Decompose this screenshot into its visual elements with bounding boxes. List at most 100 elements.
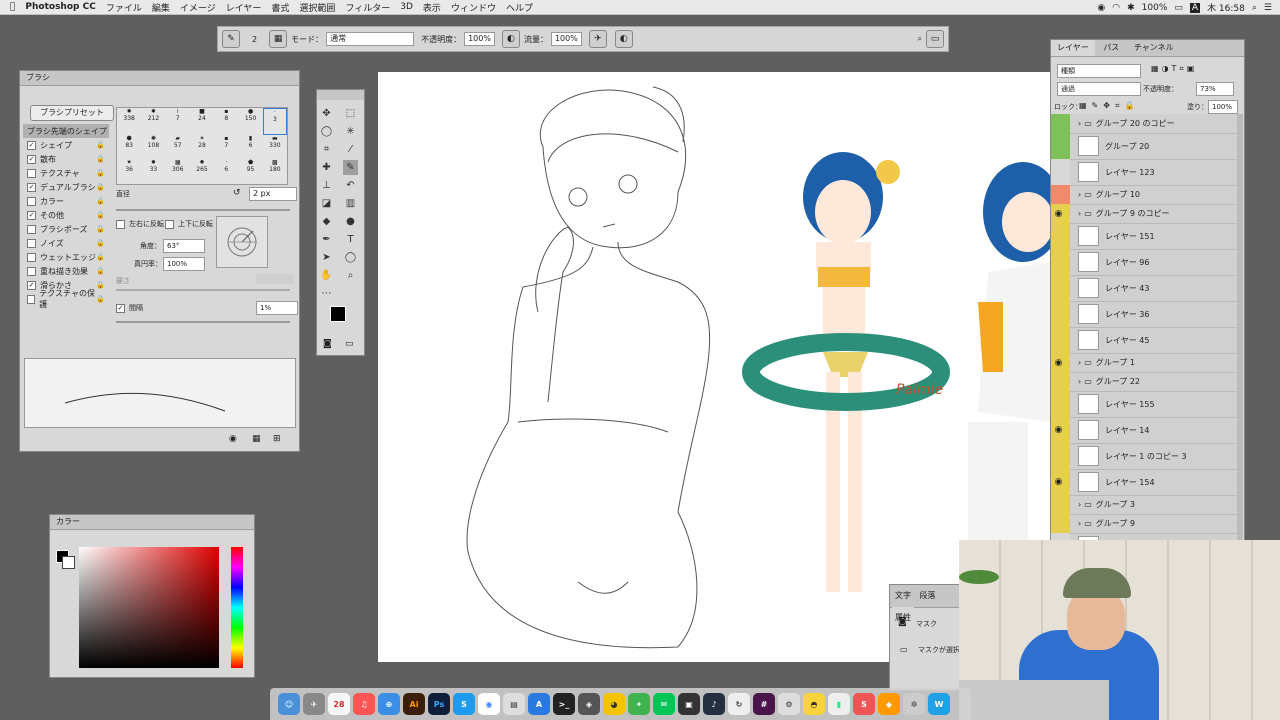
layer-group-row[interactable]: ◉ › ▭ グループ 1 bbox=[1051, 353, 1241, 373]
lock-icon[interactable]: 🔒 bbox=[96, 225, 105, 233]
lock-icon[interactable]: 🔒 bbox=[96, 281, 105, 289]
appstore-icon[interactable]: A bbox=[528, 693, 550, 715]
menu-3d[interactable]: 3D bbox=[400, 2, 413, 12]
reset-icon[interactable]: ↺ bbox=[233, 188, 241, 198]
layer-filter-select[interactable]: 種類 bbox=[1057, 64, 1141, 78]
filter-icons[interactable]: ▦◑T⌗▣ bbox=[1151, 64, 1198, 74]
more-tools-icon[interactable]: ⋯ bbox=[319, 286, 334, 301]
layer-thumbnail[interactable] bbox=[1078, 226, 1099, 246]
clock-text[interactable]: 木 16:58 bbox=[1207, 1, 1245, 14]
checkbox[interactable] bbox=[27, 224, 36, 234]
menu-layer[interactable]: レイヤー bbox=[226, 1, 262, 14]
diameter-slider[interactable] bbox=[116, 209, 290, 211]
chevron-right-icon[interactable]: › bbox=[1078, 209, 1081, 218]
lock-icon[interactable]: 🔒 bbox=[96, 141, 105, 149]
amazon-music-icon[interactable]: ♪ bbox=[703, 693, 725, 715]
brush-tip[interactable]: ✷ 36 bbox=[117, 159, 141, 184]
chevron-right-icon[interactable]: › bbox=[1078, 500, 1081, 509]
lock-icon[interactable]: 🔒 bbox=[96, 295, 105, 303]
checkbox[interactable] bbox=[27, 294, 36, 304]
blur-tool-icon[interactable]: ◆ bbox=[319, 214, 334, 229]
lock-icon[interactable]: 🔒 bbox=[96, 197, 105, 205]
dodge-tool-icon[interactable]: ● bbox=[343, 214, 358, 229]
layer-row[interactable]: レイヤー 36 bbox=[1051, 301, 1241, 328]
airbrush-icon[interactable]: ✈ bbox=[588, 30, 607, 48]
lock-icon[interactable]: 🔒 bbox=[96, 183, 105, 191]
finder-icon[interactable]: ☺ bbox=[278, 693, 300, 715]
layer-group-row[interactable]: ◉ › ▭ グループ 9 のコピー bbox=[1051, 204, 1241, 224]
chevron-right-icon[interactable]: › bbox=[1078, 190, 1081, 199]
brush-tip[interactable]: ✸ 212 bbox=[141, 108, 165, 135]
layer-row[interactable]: ◉ レイヤー 14 bbox=[1051, 417, 1241, 444]
brush-tip[interactable]: ✸ 338 bbox=[117, 108, 141, 135]
calendar-icon[interactable]: 28 bbox=[328, 693, 350, 715]
eyedropper-icon[interactable]: ⁄ bbox=[343, 142, 358, 157]
tab-layers[interactable]: レイヤー bbox=[1051, 40, 1095, 56]
mode-select[interactable]: 通常 bbox=[326, 32, 415, 46]
lock-icons[interactable]: ▦✎✥⌗🔒 bbox=[1079, 101, 1139, 111]
lock-icon[interactable]: 🔒 bbox=[96, 267, 105, 275]
angle-field[interactable]: 63° bbox=[163, 239, 205, 253]
search-icon[interactable]: ⌕ bbox=[1252, 3, 1257, 13]
music-icon[interactable]: ♫ bbox=[353, 693, 375, 715]
opacity-field[interactable]: 100% bbox=[464, 32, 495, 46]
checkbox-checked[interactable]: ✓ bbox=[27, 140, 36, 150]
battery-text[interactable]: 100% bbox=[1142, 3, 1168, 13]
healing-brush-icon[interactable]: ✚ bbox=[319, 160, 334, 175]
brush-tip-selected[interactable]: · 3 bbox=[262, 108, 287, 135]
preview-icon[interactable]: ▤ bbox=[503, 693, 525, 715]
path-select-icon[interactable]: ➤ bbox=[319, 250, 334, 265]
utility-icon[interactable]: ◈ bbox=[578, 693, 600, 715]
tab-paragraph[interactable]: 段落 bbox=[917, 585, 939, 607]
layer-thumbnail[interactable] bbox=[1078, 304, 1099, 324]
apple-icon[interactable]:  bbox=[10, 2, 15, 12]
checkbox[interactable] bbox=[27, 168, 36, 178]
layer-thumbnail[interactable] bbox=[1078, 278, 1099, 298]
layer-thumbnail[interactable] bbox=[1078, 252, 1099, 272]
gradient-tool-icon[interactable]: ▥ bbox=[343, 196, 358, 211]
pressure-size-icon[interactable]: ◐ bbox=[614, 30, 633, 48]
flip-y-checkbox[interactable]: 上下に反転 bbox=[165, 219, 213, 229]
background-color-swatch[interactable] bbox=[62, 556, 75, 569]
spacing-field[interactable]: 1% bbox=[256, 301, 298, 315]
menu-help[interactable]: ヘルプ bbox=[506, 1, 533, 14]
move-tool-icon[interactable]: ✥ bbox=[319, 106, 334, 121]
checkbox-checked[interactable]: ✓ bbox=[27, 182, 36, 192]
gear-icon[interactable]: ✲ bbox=[903, 693, 925, 715]
layer-thumbnail[interactable] bbox=[1078, 162, 1099, 182]
brush-tip[interactable]: ■ 24 bbox=[190, 108, 214, 135]
layer-row[interactable]: レイヤー 45 bbox=[1051, 327, 1241, 354]
shape-tool-icon[interactable]: ◯ bbox=[343, 250, 358, 265]
tab-paths[interactable]: パス bbox=[1097, 40, 1125, 56]
wunderlist-icon[interactable]: W bbox=[928, 693, 950, 715]
visibility-eye-icon[interactable]: ◉ bbox=[1051, 425, 1066, 435]
color-field[interactable] bbox=[79, 547, 219, 668]
grid-icon[interactable]: ▦ bbox=[252, 434, 261, 444]
chrome-icon[interactable]: ◉ bbox=[478, 693, 500, 715]
brush-item-texture[interactable]: テクスチャ 🔒 bbox=[23, 166, 109, 180]
flip-x-checkbox[interactable]: 左右に反転 bbox=[116, 219, 164, 229]
brush-item-noise[interactable]: ノイズ 🔒 bbox=[23, 236, 109, 250]
layer-row[interactable]: レイヤー 43 bbox=[1051, 275, 1241, 302]
checkbox-checked[interactable]: ✓ bbox=[27, 154, 36, 164]
checkbox-checked[interactable]: ✓ bbox=[27, 210, 36, 220]
skype-icon[interactable]: S bbox=[453, 693, 475, 715]
brush-item-pose[interactable]: ブラシポーズ 🔒 bbox=[23, 222, 109, 236]
lock-icon[interactable]: 🔒 bbox=[96, 211, 105, 219]
screenshot-icon[interactable]: ▣ bbox=[678, 693, 700, 715]
visibility-eye-icon[interactable]: ◉ bbox=[1051, 477, 1066, 487]
input-icon[interactable]: A bbox=[1189, 2, 1201, 13]
layer-row[interactable]: レイヤー 155 bbox=[1051, 391, 1241, 418]
chevron-right-icon[interactable]: › bbox=[1078, 519, 1081, 528]
status-icon[interactable]: ◉ bbox=[1097, 3, 1105, 13]
visibility-eye-icon[interactable]: ◉ bbox=[1051, 358, 1066, 368]
zoom-tool-icon[interactable]: ⌕ bbox=[343, 268, 358, 283]
pressure-opacity-icon[interactable]: ◐ bbox=[501, 30, 520, 48]
chevron-right-icon[interactable]: › bbox=[1078, 119, 1081, 128]
lock-icon[interactable]: 🔒 bbox=[96, 239, 105, 247]
hardness-field[interactable] bbox=[256, 274, 294, 284]
menu-edit[interactable]: 編集 bbox=[152, 1, 170, 14]
checkbox[interactable] bbox=[27, 196, 36, 206]
brush-item-buildup[interactable]: 重ね描き効果 🔒 bbox=[23, 264, 109, 278]
brush-item-protect-texture[interactable]: テクスチャの保護 🔒 bbox=[23, 289, 109, 309]
